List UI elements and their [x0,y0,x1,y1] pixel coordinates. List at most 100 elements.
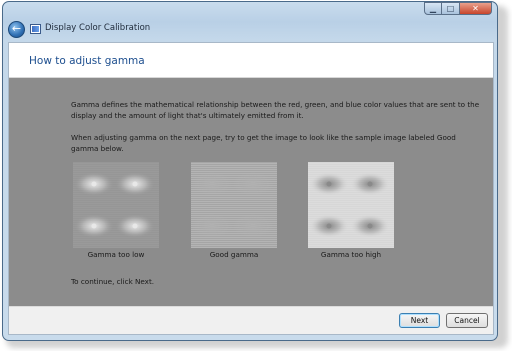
sample-stripe [73,172,159,173]
window-title: Display Color Calibration [45,23,151,33]
continue-instruction: To continue, click Next. [71,277,155,286]
sample-stripe [308,162,394,163]
cancel-button[interactable]: Cancel [446,313,488,328]
minimize-button[interactable]: ▁ [424,2,442,15]
sample-spot-center [250,223,256,229]
sample-stripe [73,210,159,211]
sample-image-gamma-too-high [308,162,394,248]
sample-spot-center [367,223,373,229]
sample-stripe [191,244,277,245]
sample-stripe [308,172,394,173]
dialog-footer: Next Cancel [9,306,493,334]
gamma-definition-text: Gamma defines the mathematical relations… [71,100,480,120]
gamma-sample-low-graphic [73,162,159,248]
sample-image-gamma-too-low [73,162,159,248]
title-bar[interactable]: ← Display Color Calibration ▁ □ ✕ [3,2,497,42]
sample-stripe [191,240,277,241]
display-icon [30,24,41,34]
sample-stripe [308,242,394,243]
sample-stripe [191,246,277,247]
sample-stripe [191,238,277,239]
sample-label-too-low: Gamma too low [87,250,145,259]
sample-stripe [73,246,159,247]
sample-stripe [308,168,394,169]
sample-stripe [308,200,394,201]
sample-stripe [308,208,394,209]
sample-stripe [191,214,277,215]
header-band: How to adjust gamma [9,43,493,78]
sample-stripe [73,166,159,167]
dialog-content: How to adjust gamma Gamma defines the ma… [8,42,494,335]
sample-stripe [73,214,159,215]
sample-stripe [191,200,277,201]
sample-stripe [191,204,277,205]
sample-spot-center [91,181,97,187]
sample-stripe [308,244,394,245]
sample-stripe [308,212,394,213]
sample-stripe [73,164,159,165]
sample-stripe [73,202,159,203]
sample-stripe [73,162,159,163]
sample-stripe [308,214,394,215]
back-arrow-icon: ← [11,22,22,35]
sample-stripe [191,196,277,197]
sample-stripe [308,240,394,241]
sample-stripe [191,242,277,243]
sample-stripe [191,208,277,209]
caption-buttons: ▁ □ ✕ [424,2,492,16]
sample-stripe [73,168,159,169]
sample-stripe [73,240,159,241]
sample-stripe [308,196,394,197]
sample-spot-center [209,181,215,187]
gamma-instruction-text: When adjusting gamma on the next page, t… [71,133,456,153]
sample-stripe [73,170,159,171]
sample-stripe [73,204,159,205]
sample-stripe [191,162,277,163]
sample-spot-center [209,223,215,229]
sample-stripe [73,244,159,245]
sample-stripe [191,170,277,171]
sample-stripe [191,164,277,165]
sample-spot-center [132,181,138,187]
sample-stripe [191,166,277,167]
close-button[interactable]: ✕ [460,2,492,15]
gamma-sample-high-graphic [308,162,394,248]
sample-stripe [308,164,394,165]
sample-spot-center [132,223,138,229]
sample-label-good: Good gamma [209,250,259,259]
sample-stripe [73,198,159,199]
sample-stripe [73,208,159,209]
sample-stripe [308,206,394,207]
sample-spot-center [367,181,373,187]
maximize-button[interactable]: □ [442,2,460,15]
sample-image-good-gamma [191,162,277,248]
back-button[interactable]: ← [8,21,25,38]
sample-stripe [308,202,394,203]
sample-stripe [73,242,159,243]
sample-stripe [191,198,277,199]
sample-stripe [308,198,394,199]
sample-stripe [308,204,394,205]
sample-stripe [73,238,159,239]
sample-stripe [191,172,277,173]
dialog-window: ← Display Color Calibration ▁ □ ✕ How to… [2,1,498,341]
sample-stripe [73,196,159,197]
sample-stripe [308,170,394,171]
sample-label-too-high: Gamma too high [320,250,382,259]
sample-stripe [308,238,394,239]
sample-stripe [308,166,394,167]
sample-stripe [308,210,394,211]
sample-spot-center [326,223,332,229]
sample-stripe [191,206,277,207]
page-heading: How to adjust gamma [29,55,145,67]
sample-spot-center [250,181,256,187]
next-button[interactable]: Next [399,313,440,328]
sample-stripe [191,210,277,211]
sample-stripe [73,200,159,201]
gamma-sample-good-graphic [191,162,277,248]
sample-stripe [73,206,159,207]
sample-spot-center [326,181,332,187]
sample-stripe [191,212,277,213]
sample-stripe [308,246,394,247]
sample-stripe [73,212,159,213]
